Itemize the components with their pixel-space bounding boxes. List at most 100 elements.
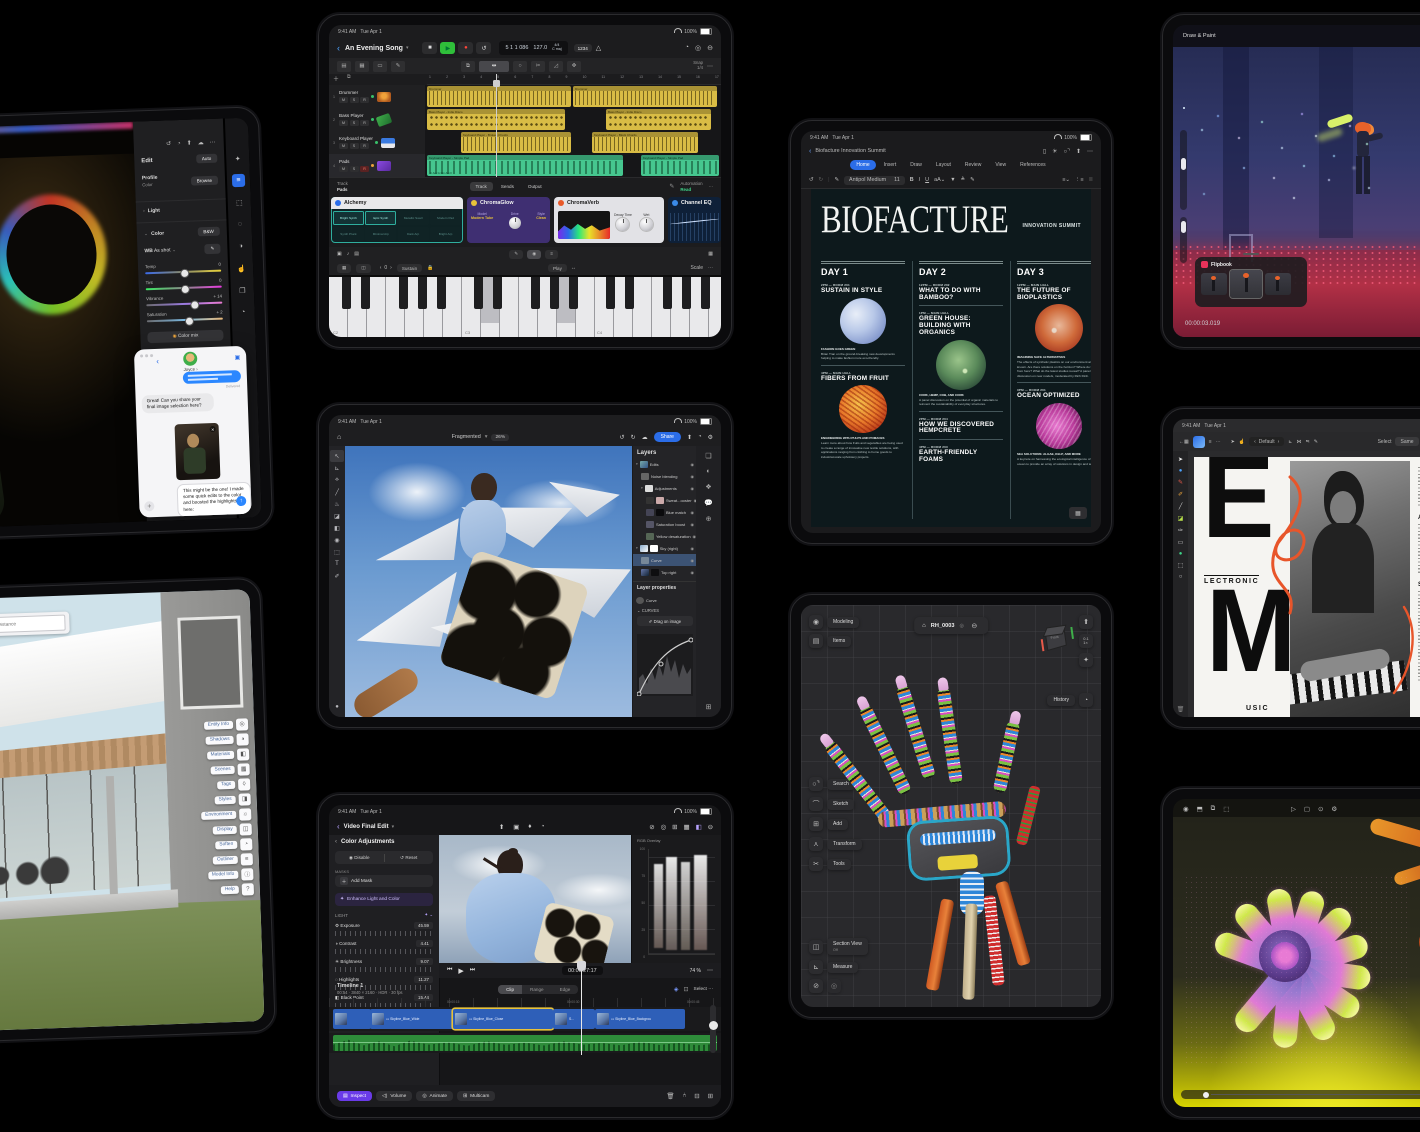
shadows-button[interactable]: Shadows◑	[206, 732, 249, 746]
home-icon[interactable]: ⌂	[337, 434, 341, 441]
play-icon[interactable]: ▷	[1291, 805, 1296, 813]
underline-button[interactable]: U	[925, 177, 929, 183]
bell-icon[interactable]: ♪	[347, 251, 350, 257]
layer-row-selected[interactable]: Curve◉	[633, 554, 697, 566]
region-bass-2[interactable]: Bass Player - Indie Disco	[606, 109, 711, 130]
layer-row[interactable]: Top right◉	[633, 566, 697, 578]
browse-button[interactable]: Browse	[191, 175, 219, 185]
flipbook-frame[interactable]	[1201, 273, 1227, 295]
history-clock-icon[interactable]: ◔	[1079, 693, 1093, 707]
gradient-tool-icon[interactable]: ◧	[330, 522, 344, 534]
light-chevron-icon[interactable]: ›	[143, 208, 145, 214]
record-button[interactable]: ●	[458, 42, 473, 54]
tab-insert[interactable]: Insert	[878, 160, 903, 170]
modeling-button[interactable]: Modeling	[827, 617, 859, 628]
settings-gear-icon[interactable]: ⚙	[708, 434, 713, 441]
crop-tool-icon[interactable]: ⬚	[330, 546, 344, 558]
grab-tool-icon[interactable]: ✥	[567, 61, 581, 72]
indent-button[interactable]: ≣	[1088, 177, 1093, 183]
bw-button[interactable]: B&W	[197, 227, 220, 237]
enhance-button[interactable]: ✦Enhance Light and Color	[335, 893, 433, 906]
curves-graph[interactable]	[637, 634, 693, 696]
keyboard-panel-icon[interactable]: ▦	[708, 251, 713, 257]
redo-icon[interactable]: ↻	[631, 434, 636, 441]
track-header-drummer[interactable]: 1 Drummer MSR	[329, 85, 425, 109]
stop-icon[interactable]: ▢	[1304, 805, 1310, 813]
back-chevron-icon[interactable]: ‹	[337, 43, 340, 53]
timeline-zoom-slider[interactable]	[710, 1005, 716, 1053]
record-enable-button[interactable]: R	[360, 120, 369, 126]
brush-opacity-slider[interactable]	[1180, 217, 1187, 263]
footer-more-icon[interactable]: ⋯	[709, 184, 713, 190]
mode-clip[interactable]: Clip	[498, 985, 522, 994]
render-canvas[interactable]	[1173, 817, 1420, 1107]
environment-button[interactable]: Environment☼	[201, 807, 251, 822]
shape-tool-icon[interactable]: ▭	[1178, 539, 1184, 546]
lcd-display[interactable]: 5 1 1 086 127.0 4/4C maj	[499, 41, 567, 55]
measure-button[interactable]: Measure	[827, 962, 858, 973]
snap-value[interactable]: 1/4	[697, 65, 703, 70]
track-header-pads-selected[interactable]: 4 Pads MSR	[329, 154, 425, 178]
text-style-button[interactable]: aA⌄	[934, 177, 945, 183]
drive-knob[interactable]	[509, 217, 521, 229]
cloud-icon[interactable]: ☁	[198, 139, 204, 146]
knob-mode-icon[interactable]: ◉	[527, 250, 541, 259]
playhead[interactable]	[496, 74, 497, 177]
section-view-icon[interactable]: ◫	[809, 940, 823, 954]
styles-button[interactable]: Styles◨	[214, 792, 251, 806]
numbering-button[interactable]: ⋮≡	[1075, 177, 1084, 183]
facetime-icon[interactable]: ▣	[234, 354, 240, 361]
more-icon[interactable]: ⋯	[707, 63, 713, 70]
color-chevron-icon[interactable]: ⌄	[144, 231, 148, 237]
timeline-scrubber[interactable]	[1181, 1090, 1420, 1099]
timeline-clip-selected[interactable]: ▭ Skyline_Blue_Close	[453, 1009, 553, 1029]
audio-clip[interactable]	[333, 1035, 717, 1051]
animate-button[interactable]: ◎ Animate	[416, 1091, 453, 1101]
visibility-icon[interactable]: ◉	[691, 558, 695, 563]
automation-value[interactable]: Read	[680, 187, 691, 192]
measurement-input[interactable]	[0, 615, 66, 634]
saturation-slider[interactable]	[147, 318, 223, 323]
play-button[interactable]: ▶	[458, 967, 463, 975]
play-surface-button[interactable]: Play	[548, 264, 567, 272]
wet-knob[interactable]	[640, 218, 653, 231]
more-icon[interactable]: ⋯	[707, 967, 713, 974]
type-tool-icon[interactable]: T	[330, 558, 344, 570]
lasso-tool-icon[interactable]: ⟡	[330, 474, 344, 486]
presets-icon[interactable]: ✦	[231, 152, 244, 165]
alchemy-preset[interactable]: Metallic Swell	[398, 211, 429, 225]
panel-back-chevron[interactable]: ‹	[335, 839, 337, 845]
redo-icon[interactable]: ↻	[819, 177, 824, 183]
layer-row[interactable]: ▾Edits◉	[633, 458, 697, 470]
settings-icon[interactable]: ◎	[695, 44, 701, 52]
pen-tool-icon[interactable]: ✑	[1178, 527, 1183, 534]
camera-icon[interactable]: ⧉	[1211, 805, 1216, 813]
tab-track[interactable]: Track	[470, 182, 493, 191]
mode-edge[interactable]: Edge	[552, 985, 579, 994]
project-title[interactable]: Video Final Edit	[344, 824, 389, 830]
automation-pencil-icon[interactable]: ✎	[669, 183, 674, 190]
align-icon[interactable]: ≒	[1305, 439, 1309, 445]
tint-slider[interactable]	[146, 286, 222, 291]
kb-more-icon[interactable]: ⋯	[708, 265, 713, 271]
lock-icon[interactable]: ⬒	[1197, 805, 1203, 813]
same-button[interactable]: Same	[1395, 437, 1418, 446]
speed-icon[interactable]: ◔	[541, 823, 545, 831]
stop-button[interactable]: ■	[422, 42, 437, 54]
edit-icon[interactable]: ≡	[232, 174, 245, 187]
track-header-bass[interactable]: 2 Bass Player MSR	[329, 108, 425, 132]
sliders-mode-icon[interactable]: ≡	[545, 250, 558, 259]
soften-button[interactable]: Soften◔	[215, 837, 252, 851]
region-drummer-1[interactable]: Drummer	[427, 86, 571, 107]
split-tool-icon[interactable]: ✂	[531, 61, 545, 72]
history-icon[interactable]: ◔	[236, 306, 249, 319]
document-title[interactable]: Draw & Paint	[1183, 33, 1216, 39]
color-mix-button[interactable]: ◉ Color mix	[147, 330, 223, 344]
camera-icon[interactable]: ▣	[337, 251, 342, 257]
flipbook-panel[interactable]: Flipbook	[1195, 257, 1307, 307]
tracks-view-icon[interactable]: ▤	[337, 61, 351, 72]
delete-icon[interactable]: 🗑	[1177, 706, 1185, 713]
cloud-icon[interactable]: ☁	[642, 434, 648, 441]
check-icon[interactable]: ◎	[661, 823, 667, 831]
alchemy-preset[interactable]: Synth Pluck	[333, 227, 364, 241]
